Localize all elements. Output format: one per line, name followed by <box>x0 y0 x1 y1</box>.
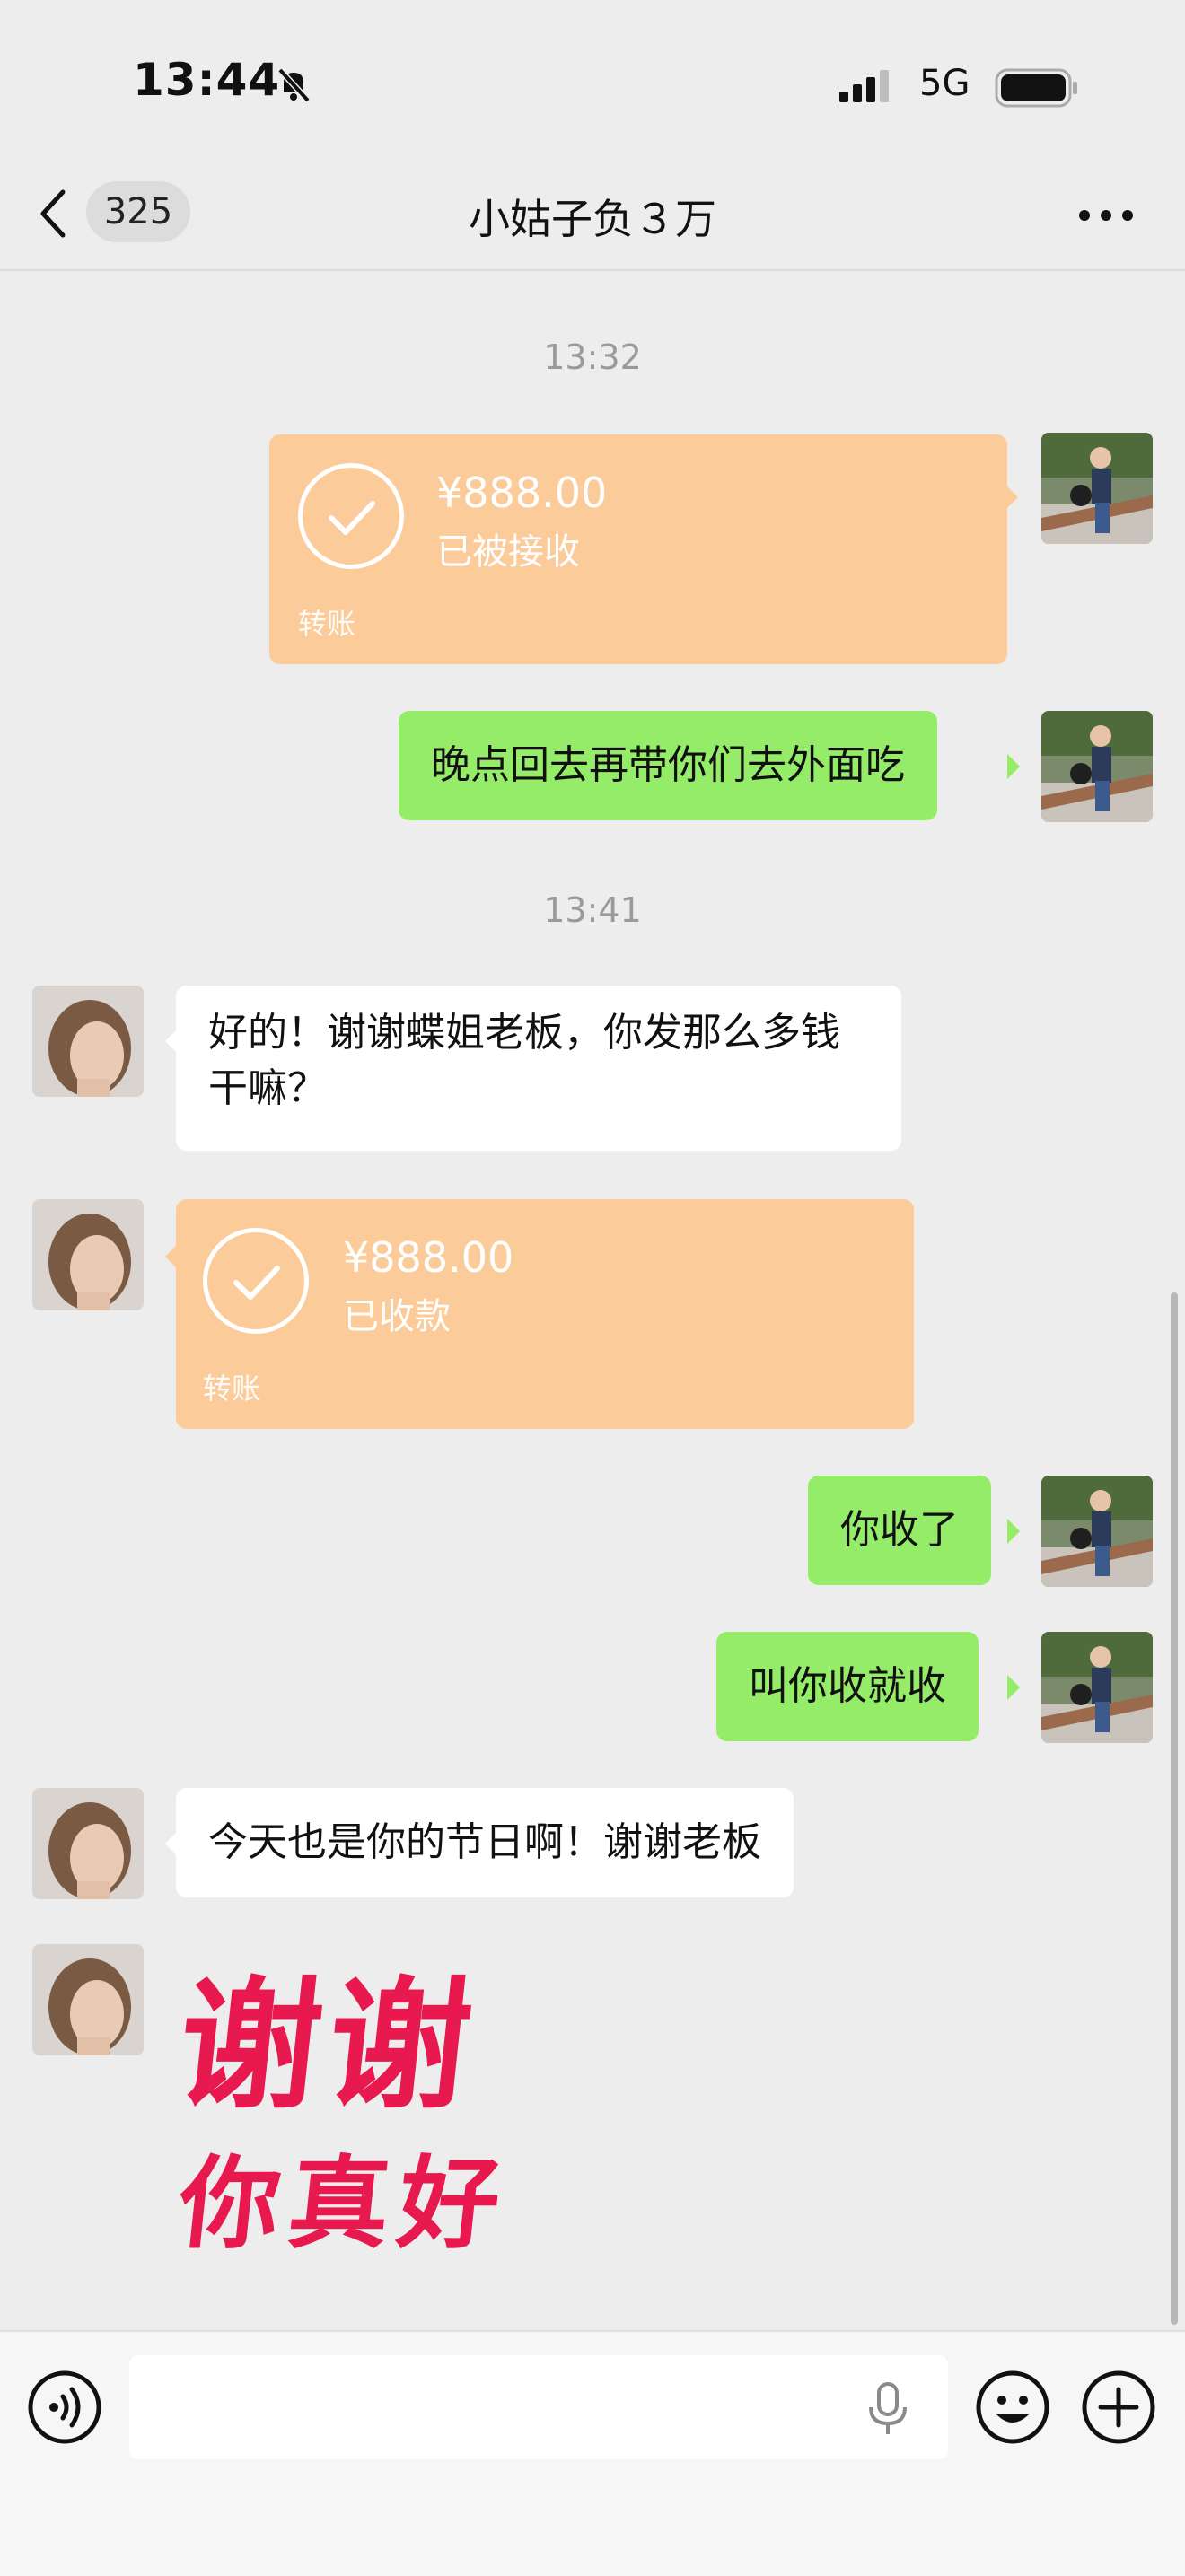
status-time: 13:44 <box>133 54 281 106</box>
bell-off-icon <box>274 65 313 108</box>
message-sent[interactable]: 你收了 <box>808 1476 991 1585</box>
bubble-tail <box>1007 1675 1020 1700</box>
timestamp: 13:32 <box>543 337 642 377</box>
message-received[interactable]: 今天也是你的节日啊！谢谢老板 <box>176 1788 794 1897</box>
message-line: 干嘛？ <box>208 1065 327 1111</box>
bubble-tail <box>1007 754 1020 779</box>
scrollbar[interactable] <box>1171 1292 1178 2325</box>
message-input[interactable] <box>129 2355 948 2459</box>
mic-icon[interactable] <box>865 2382 910 2440</box>
avatar-self[interactable] <box>1041 711 1153 822</box>
avatar-contact[interactable] <box>32 1199 144 1310</box>
input-bar <box>0 2330 1185 2576</box>
avatar-self[interactable] <box>1041 1632 1153 1743</box>
check-circle-icon <box>203 1228 309 1334</box>
avatar-contact[interactable] <box>32 1788 144 1899</box>
sticker-text: 你真好 <box>173 2146 514 2263</box>
transfer-label: 转账 <box>203 1371 261 1406</box>
network-type: 5G <box>919 63 970 104</box>
message-received[interactable]: 好的！谢谢蝶姐老板，你发那么多钱 干嘛？ <box>176 986 901 1151</box>
transfer-card[interactable]: ¥888.00 已被接收 转账 <box>269 434 1007 664</box>
plus-icon[interactable] <box>1081 2370 1156 2449</box>
bubble-tail <box>1007 1519 1020 1544</box>
transfer-status: 已被接收 <box>436 531 580 573</box>
avatar-contact[interactable] <box>32 1944 144 2055</box>
timestamp: 13:41 <box>543 890 642 930</box>
signal-icon <box>839 70 900 111</box>
transfer-amount: ¥888.00 <box>436 469 608 517</box>
sticker-text: 谢谢 <box>171 1964 487 2129</box>
avatar-self[interactable] <box>1041 433 1153 544</box>
avatar-self[interactable] <box>1041 1476 1153 1587</box>
battery-icon <box>995 68 1079 111</box>
bubble-tail <box>1005 485 1018 510</box>
chat-header: 325 小姑子负３万 <box>0 162 1185 271</box>
check-circle-icon <box>298 463 404 569</box>
transfer-status: 已收款 <box>343 1296 451 1337</box>
voice-icon[interactable] <box>27 2370 102 2449</box>
emoji-icon[interactable] <box>975 2370 1050 2449</box>
message-line: 好的！谢谢蝶姐老板，你发那么多钱 <box>208 1010 840 1056</box>
avatar-contact[interactable] <box>32 986 144 1097</box>
transfer-card[interactable]: ¥888.00 已收款 转账 <box>176 1199 914 1429</box>
transfer-amount: ¥888.00 <box>343 1233 514 1282</box>
message-sent[interactable]: 晚点回去再带你们去外面吃 <box>399 711 937 820</box>
sticker-image[interactable]: 谢谢 你真好 <box>171 1964 557 2289</box>
transfer-label: 转账 <box>298 607 356 641</box>
message-sent[interactable]: 叫你收就收 <box>716 1632 979 1741</box>
chat-title: 小姑子负３万 <box>469 195 716 243</box>
more-icon[interactable] <box>1077 206 1135 228</box>
